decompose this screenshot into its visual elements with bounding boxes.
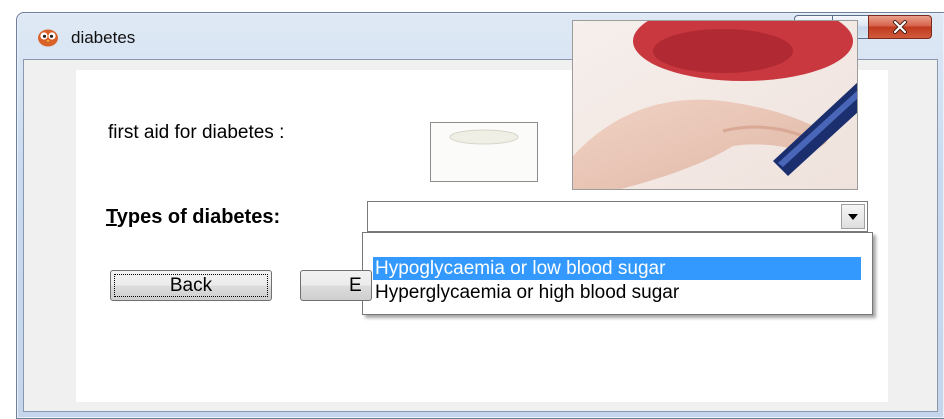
- small-image: [430, 122, 538, 182]
- focus-rectangle: [114, 274, 268, 297]
- second-button[interactable]: E: [300, 270, 372, 301]
- dropdown-option-hyperglycaemia[interactable]: Hyperglycaemia or high blood sugar: [373, 281, 861, 304]
- diabetes-type-combobox[interactable]: [367, 201, 868, 232]
- types-of-diabetes-label: Types of diabetes:: [106, 206, 281, 228]
- glucose-test-image: [573, 21, 857, 189]
- first-aid-label: first aid for diabetes :: [108, 122, 285, 143]
- dropdown-option-hypoglycaemia[interactable]: Hypoglycaemia or low blood sugar: [373, 257, 861, 280]
- small-image-graphic: [449, 129, 519, 145]
- back-button[interactable]: Back: [110, 270, 272, 301]
- close-icon: [893, 20, 907, 34]
- glucose-test-photo: [572, 20, 858, 190]
- window-title: diabetes: [71, 28, 136, 47]
- dropdown-list: Hypoglycaemia or low blood sugar Hypergl…: [362, 232, 873, 315]
- close-button[interactable]: [868, 15, 932, 39]
- dropdown-arrow-button[interactable]: [841, 204, 865, 229]
- owl-app-icon: [38, 29, 58, 47]
- chevron-down-icon: [848, 213, 858, 220]
- second-button-label: E: [349, 274, 362, 296]
